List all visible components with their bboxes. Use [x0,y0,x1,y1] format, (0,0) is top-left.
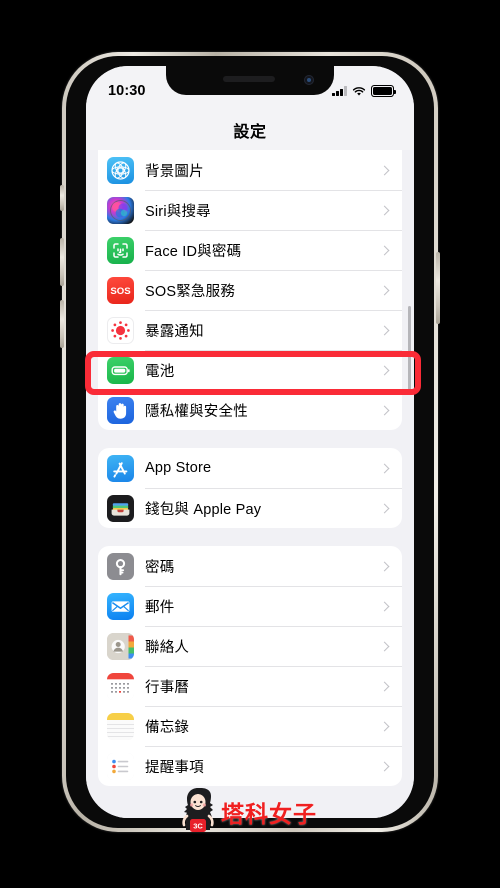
settings-row[interactable]: 聯絡人 [98,626,402,666]
settings-row[interactable]: 提醒事項 [98,746,402,786]
page-title: 設定 [233,124,267,141]
faceid-icon [107,236,134,264]
chevron-right-icon [379,365,390,375]
group-apps: 密碼 郵件 聯絡人 行事曆 備忘錄 提醒事項 [98,546,402,786]
settings-row-label: 錢包與 Apple Pay [145,501,262,518]
phone-screen: 10:30 設定 背景圖片 Siri與搜尋 Face ID與密碼 SOS SOS… [86,66,414,818]
contacts-icon [107,632,134,660]
chevron-right-icon [379,641,390,651]
settings-row-label: 暴露通知 [145,323,204,340]
group-system: 背景圖片 Siri與搜尋 Face ID與密碼 SOS SOS緊急服務 暴露通知… [98,150,402,430]
privacy-hand-icon [107,396,134,424]
status-time: 10:30 [108,83,146,99]
settings-row-label: App Store [145,460,212,476]
navigation-bar: 設定 [86,110,414,150]
volume-down-button[interactable] [60,300,64,348]
settings-row-label: 提醒事項 [145,759,204,776]
group-store: App Store 錢包與 Apple Pay [98,448,402,528]
settings-row[interactable]: 備忘錄 [98,706,402,746]
siri-icon [107,196,134,224]
chevron-right-icon [379,325,390,335]
display-notch [166,66,334,95]
chevron-right-icon [379,463,390,473]
chevron-right-icon [379,205,390,215]
wallpaper-icon [107,156,134,184]
settings-row[interactable]: App Store [98,448,402,488]
battery-icon [371,85,396,97]
settings-row-label: 行事曆 [145,679,190,696]
calendar-icon [107,672,134,700]
settings-row[interactable]: 背景圖片 [98,150,402,190]
settings-row[interactable]: 行事曆 [98,666,402,706]
settings-row-label: 背景圖片 [145,163,204,180]
settings-row[interactable]: 電池 [98,350,402,390]
signal-bars-icon [332,86,347,96]
chevron-right-icon [379,561,390,571]
settings-row[interactable]: Face ID與密碼 [98,230,402,270]
settings-row-label: 郵件 [145,599,175,616]
exposure-notification-icon [107,316,134,344]
settings-row[interactable]: 錢包與 Apple Pay [98,488,402,528]
mail-icon [107,592,134,620]
mute-switch[interactable] [60,185,64,211]
settings-row-label: Face ID與密碼 [145,243,242,260]
settings-list: 背景圖片 Siri與搜尋 Face ID與密碼 SOS SOS緊急服務 暴露通知… [86,150,414,818]
settings-row[interactable]: SOS SOS緊急服務 [98,270,402,310]
battery-settings-icon [107,356,134,384]
mascot-icon: 3C [182,788,214,832]
svg-text:3C: 3C [193,821,203,830]
settings-row-label: 隱私權與安全性 [145,403,248,420]
notes-icon [107,712,134,740]
screenshot-canvas: 10:30 設定 背景圖片 Siri與搜尋 Face ID與密碼 SOS SOS… [0,0,500,888]
svg-text:SOS: SOS [110,286,131,297]
passwords-key-icon [107,552,134,580]
settings-row-label: 密碼 [145,559,175,576]
settings-row-label: 備忘錄 [145,719,190,736]
wallet-icon [107,494,134,522]
app-store-icon [107,454,134,482]
sos-icon: SOS [107,276,134,304]
settings-row[interactable]: 郵件 [98,586,402,626]
settings-row-label: Siri與搜尋 [145,203,211,220]
settings-row-label: 聯絡人 [145,639,190,656]
volume-up-button[interactable] [60,238,64,286]
chevron-right-icon [379,245,390,255]
chevron-right-icon [379,601,390,611]
reminders-icon [107,752,134,780]
settings-row-label: 電池 [145,363,175,380]
chevron-right-icon [379,721,390,731]
settings-row[interactable]: Siri與搜尋 [98,190,402,230]
watermark: 3C 塔科女子 [178,786,317,838]
wifi-icon [352,86,366,97]
chevron-right-icon [379,681,390,691]
chevron-right-icon [379,285,390,295]
settings-row[interactable]: 隱私權與安全性 [98,390,402,430]
chevron-right-icon [379,761,390,771]
status-indicators [332,85,396,97]
power-button[interactable] [436,252,440,324]
scroll-indicator[interactable] [408,306,411,394]
chevron-right-icon [379,165,390,175]
settings-row-label: SOS緊急服務 [145,283,236,300]
settings-row[interactable]: 密碼 [98,546,402,586]
front-camera-icon [304,75,314,85]
watermark-text: 塔科女子 [221,801,317,827]
earpiece-speaker-icon [222,76,275,82]
settings-row[interactable]: 暴露通知 [98,310,402,350]
chevron-right-icon [379,503,390,513]
chevron-right-icon [379,405,390,415]
